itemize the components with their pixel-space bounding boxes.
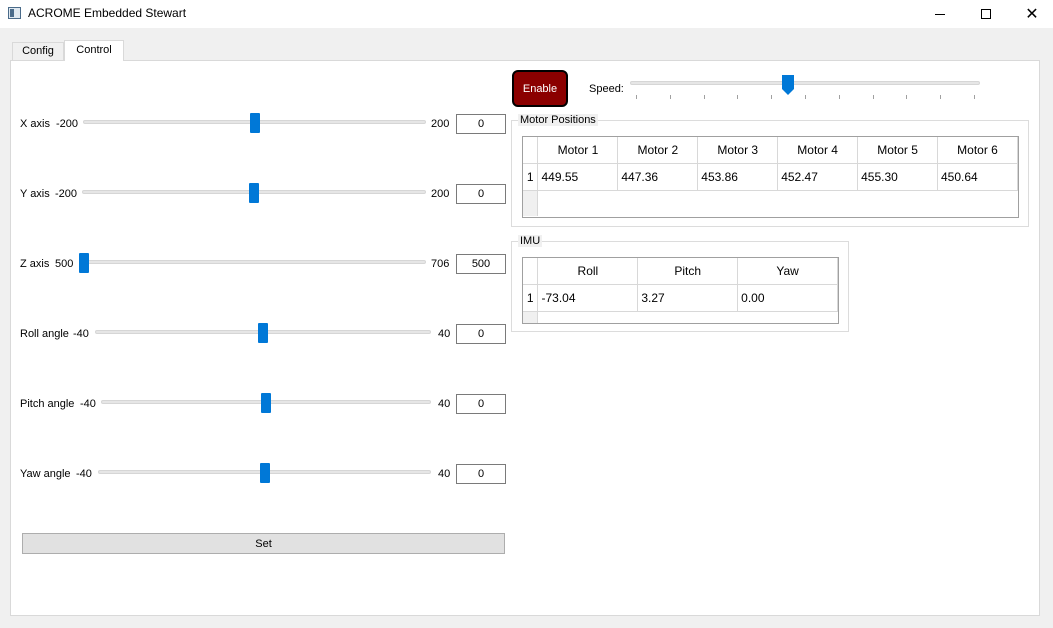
table-empty-area <box>538 190 1018 216</box>
slider-handle[interactable] <box>258 323 268 343</box>
table-cell[interactable]: -73.04 <box>537 284 639 312</box>
table-corner <box>523 258 539 285</box>
table-cell[interactable]: 3.27 <box>637 284 739 312</box>
set-button[interactable]: Set <box>22 533 505 554</box>
column-header[interactable]: Motor 2 <box>617 137 699 164</box>
speed-tick <box>940 95 942 99</box>
table-cell[interactable]: 455.30 <box>857 163 938 191</box>
axis-value-input[interactable]: 0 <box>456 184 506 204</box>
axis-value-input[interactable]: 0 <box>456 324 506 344</box>
column-header[interactable]: Motor 4 <box>777 137 859 164</box>
app-icon <box>8 7 21 19</box>
speed-tick <box>771 95 773 99</box>
motor-positions-table[interactable]: Motor 1 Motor 2 Motor 3 Motor 4 Motor 5 … <box>522 136 1019 218</box>
speed-slider-groove[interactable] <box>630 81 980 85</box>
axis-min: -40 <box>80 398 96 410</box>
close-icon: ✕ <box>1025 4 1039 23</box>
column-header[interactable]: Roll <box>537 258 639 285</box>
axis-label: X axis <box>20 118 50 130</box>
axis-label: Roll angle <box>20 328 69 340</box>
table-cell[interactable]: 0.00 <box>737 284 838 312</box>
column-header[interactable]: Pitch <box>637 258 739 285</box>
slider-handle[interactable] <box>259 463 270 483</box>
column-header[interactable]: Motor 5 <box>857 137 938 164</box>
axis-max: 706 <box>431 258 450 270</box>
axis-min: -200 <box>55 188 78 200</box>
row-header[interactable]: 1 <box>523 284 539 312</box>
speed-slider-handle[interactable] <box>782 75 795 95</box>
table-cell[interactable]: 447.36 <box>617 163 699 191</box>
table-filler <box>523 311 838 323</box>
slider-handle[interactable] <box>249 113 260 133</box>
slider-handle[interactable] <box>249 183 259 203</box>
group-title: IMU <box>518 235 543 247</box>
speed-tick <box>669 95 671 99</box>
tab-config[interactable]: Config <box>12 42 64 61</box>
table-cell[interactable]: 453.86 <box>697 163 779 191</box>
axis-max: 40 <box>438 398 451 410</box>
axis-value-input[interactable]: 0 <box>456 114 506 134</box>
enable-button[interactable]: Enable <box>512 70 568 107</box>
table-filler <box>523 190 1018 216</box>
table-cell[interactable]: 450.64 <box>937 163 1018 191</box>
row-header-empty <box>523 190 539 216</box>
slider-pointer-icon <box>782 75 795 95</box>
axis-value-input[interactable]: 500 <box>456 254 506 274</box>
axis-max: 40 <box>438 328 451 340</box>
table-corner <box>523 137 539 164</box>
row-header[interactable]: 1 <box>523 163 539 191</box>
axis-min: -200 <box>56 118 79 130</box>
speed-tick <box>636 95 637 99</box>
minimize-button[interactable] <box>917 0 963 28</box>
tab-control[interactable]: Control <box>64 40 124 61</box>
slider-handle[interactable] <box>79 253 89 273</box>
group-title: Motor Positions <box>518 114 598 126</box>
column-header[interactable]: Motor 3 <box>697 137 779 164</box>
speed-tick <box>838 95 840 99</box>
axis-label: Yaw angle <box>20 468 71 480</box>
table-cell[interactable]: 452.47 <box>777 163 859 191</box>
speed-tick <box>872 95 874 99</box>
row-header-empty <box>523 311 539 323</box>
speed-tick <box>906 95 908 99</box>
axis-min: -40 <box>73 328 89 340</box>
maximize-icon <box>981 9 991 19</box>
column-header[interactable]: Motor 6 <box>937 137 1018 164</box>
axis-label: Z axis <box>20 258 50 270</box>
speed-label: Speed: <box>589 83 624 95</box>
window-title: ACROME Embedded Stewart <box>28 6 187 20</box>
table-empty-area <box>538 311 838 323</box>
speed-tick <box>703 95 705 99</box>
speed-tick <box>974 95 975 99</box>
axis-min: -40 <box>76 468 92 480</box>
speed-tick <box>805 95 806 99</box>
axis-label: Pitch angle <box>20 398 75 410</box>
axis-value-input[interactable]: 0 <box>456 464 506 484</box>
table-row: 1 449.55 447.36 453.86 452.47 455.30 450… <box>523 163 1018 191</box>
slider-groove[interactable] <box>79 260 426 264</box>
column-header[interactable]: Yaw <box>737 258 838 285</box>
speed-tick <box>737 95 739 99</box>
table-cell[interactable]: 449.55 <box>537 163 619 191</box>
imu-table[interactable]: Roll Pitch Yaw 1 -73.04 3.27 0.00 <box>522 257 839 324</box>
column-header[interactable]: Motor 1 <box>537 137 619 164</box>
axis-value-input[interactable]: 0 <box>456 394 506 414</box>
close-button[interactable]: ✕ <box>1009 0 1053 28</box>
axis-label: Y axis <box>20 188 50 200</box>
slider-handle[interactable] <box>261 393 271 413</box>
axis-max: 40 <box>438 468 451 480</box>
title-bar: ACROME Embedded Stewart ✕ <box>0 0 1053 28</box>
axis-max: 200 <box>431 118 450 130</box>
table-row: 1 -73.04 3.27 0.00 <box>523 284 838 312</box>
axis-min: 500 <box>55 258 74 270</box>
axis-max: 200 <box>431 188 450 200</box>
maximize-button[interactable] <box>963 0 1009 28</box>
minimize-icon <box>935 13 945 15</box>
